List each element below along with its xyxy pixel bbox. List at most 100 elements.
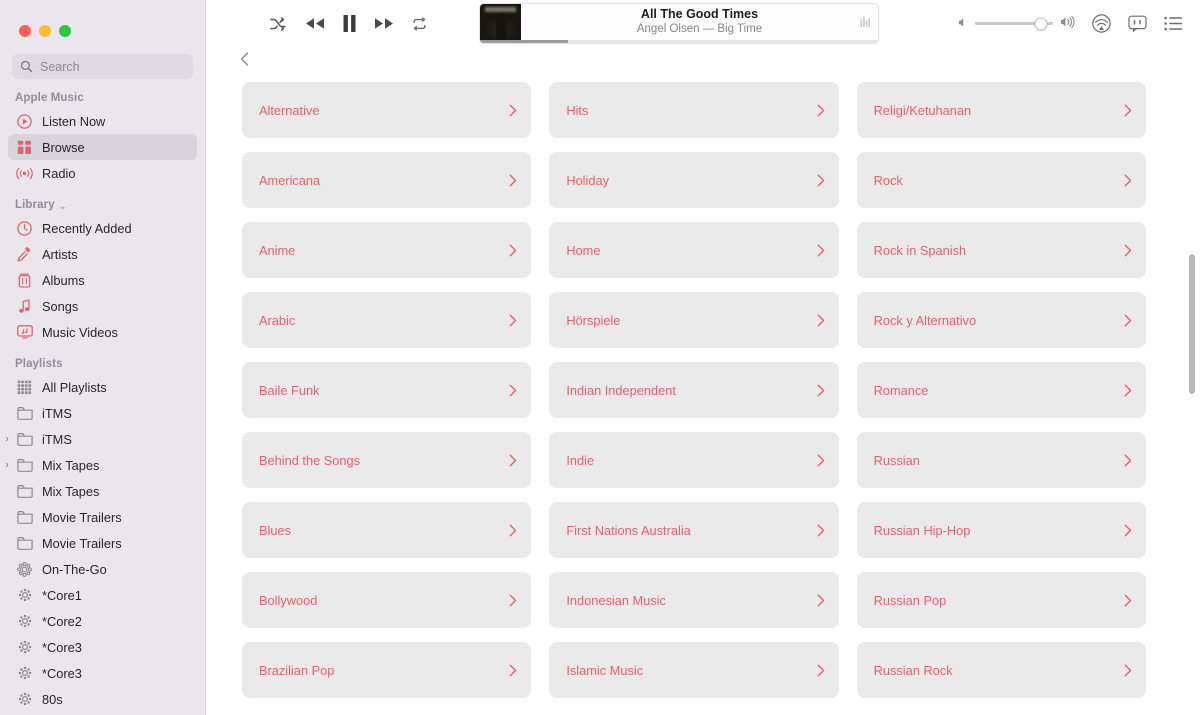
fast-forward-icon[interactable] <box>373 16 395 31</box>
genre-card[interactable]: Romance <box>856 362 1146 418</box>
now-playing-display[interactable]: All The Good Times Angel Olsen — Big Tim… <box>479 3 879 44</box>
chevron-right-icon <box>817 384 825 397</box>
content-scrollbar[interactable] <box>1188 47 1196 715</box>
scrollbar-thumb[interactable] <box>1189 254 1195 395</box>
sidebar-item-all-playlists[interactable]: All Playlists <box>8 374 197 400</box>
genre-card-label: Indian Independent <box>566 382 676 398</box>
sidebar-item-mix-tapes[interactable]: Mix Tapes <box>8 478 197 504</box>
genre-card[interactable]: Alternative <box>242 82 532 138</box>
sidebar-item-mix-tapes[interactable]: › Mix Tapes <box>5 452 197 478</box>
chevron-right-icon <box>817 594 825 607</box>
sidebar-item-radio[interactable]: Radio <box>8 160 197 186</box>
sidebar-item-browse[interactable]: Browse <box>8 134 197 160</box>
sidebar-item-label: iTMS <box>42 405 72 421</box>
album-artwork <box>480 4 521 43</box>
sidebar-item-movie-trailers[interactable]: Movie Trailers <box>8 530 197 556</box>
smart-playlist-icon <box>16 639 33 656</box>
sidebar-item-label: Mix Tapes <box>42 457 100 473</box>
genre-card[interactable]: Anime <box>242 222 532 278</box>
genre-card[interactable]: Hits <box>549 82 839 138</box>
genre-card[interactable]: Russian Pop <box>856 572 1146 628</box>
disclosure-triangle-icon[interactable]: › <box>2 460 12 471</box>
genre-card[interactable]: Russian <box>856 432 1146 488</box>
genre-card[interactable]: Rock y Alternativo <box>856 292 1146 348</box>
sidebar-item-recently-added[interactable]: Recently Added <box>8 215 197 241</box>
sidebar-item-core3[interactable]: *Core3 <box>8 660 197 686</box>
main-area: All The Good Times Angel Olsen — Big Tim… <box>206 0 1200 715</box>
volume-control[interactable] <box>958 15 1075 33</box>
volume-min-icon <box>958 15 968 33</box>
sidebar-item-core2[interactable]: *Core2 <box>8 608 197 634</box>
shuffle-icon[interactable] <box>270 16 288 31</box>
sidebar-item-label: Movie Trailers <box>42 509 122 525</box>
queue-icon[interactable] <box>1164 16 1183 31</box>
genre-card-label: Holiday <box>566 172 610 188</box>
volume-max-icon <box>1060 15 1075 33</box>
chevron-right-icon <box>1124 314 1132 327</box>
sidebar-item-core3[interactable]: *Core3 <box>8 634 197 660</box>
window-traffic-lights <box>0 0 205 44</box>
genre-card[interactable]: Indian Independent <box>549 362 839 418</box>
airplay-icon[interactable] <box>1092 14 1111 33</box>
genre-card[interactable]: Rock in Spanish <box>856 222 1146 278</box>
genre-card[interactable]: Russian Hip-Hop <box>856 502 1146 558</box>
sidebar-item-80s[interactable]: 80s <box>8 686 197 712</box>
rewind-icon[interactable] <box>304 16 326 31</box>
sidebar-item-core1[interactable]: *Core1 <box>8 582 197 608</box>
sidebar-item-artists[interactable]: Artists <box>8 241 197 267</box>
genre-card[interactable]: Bollywood <box>242 572 532 628</box>
genre-card[interactable]: Religi/Ketuhanan <box>856 82 1146 138</box>
genre-card-label: Anime <box>259 242 296 258</box>
genre-card[interactable]: Arabic <box>242 292 532 348</box>
search-box[interactable] <box>12 54 193 79</box>
sidebar-item-listen-now[interactable]: Listen Now <box>8 108 197 134</box>
lyrics-icon[interactable] <box>1128 15 1147 32</box>
playback-progress-bar[interactable] <box>480 40 878 43</box>
sidebar-item-on-the-go[interactable]: On-The-Go <box>8 556 197 582</box>
genre-card[interactable]: Holiday <box>549 152 839 208</box>
search-icon <box>20 60 33 73</box>
genre-card[interactable]: Indie <box>549 432 839 488</box>
genre-card[interactable]: Americana <box>242 152 532 208</box>
smart-playlist-icon <box>16 665 33 682</box>
sidebar-item-songs[interactable]: Songs <box>8 293 197 319</box>
genre-card[interactable]: Baile Funk <box>242 362 532 418</box>
genre-card[interactable]: Rock <box>856 152 1146 208</box>
sidebar-section-header-library[interactable]: Library ⌄ <box>0 186 205 215</box>
equalizer-icon[interactable] <box>860 15 871 33</box>
volume-slider-knob[interactable] <box>1034 17 1048 30</box>
genre-card[interactable]: Brazilian Pop <box>242 642 532 698</box>
sidebar-item-music-videos[interactable]: Music Videos <box>8 319 197 345</box>
genre-card-label: Religi/Ketuhanan <box>873 102 972 118</box>
genre-card[interactable]: Russian Rock <box>856 642 1146 698</box>
minimize-window-button[interactable] <box>39 24 51 37</box>
genre-card[interactable]: Behind the Songs <box>242 432 532 488</box>
close-window-button[interactable] <box>19 24 31 37</box>
genre-card-label: Russian Rock <box>873 662 953 678</box>
sidebar-item-itms[interactable]: › iTMS <box>5 426 197 452</box>
disclosure-triangle-icon[interactable]: › <box>2 434 12 445</box>
chevron-right-icon <box>817 454 825 467</box>
volume-slider-track[interactable] <box>975 17 1053 30</box>
chevron-right-icon <box>509 384 517 397</box>
chevron-down-icon[interactable]: ⌄ <box>59 201 67 212</box>
chevron-right-icon <box>817 244 825 257</box>
genre-card[interactable]: Islamic Music <box>549 642 839 698</box>
genre-card[interactable]: Hörspiele <box>549 292 839 348</box>
genre-card[interactable]: Indonesian Music <box>549 572 839 628</box>
zoom-window-button[interactable] <box>59 24 71 37</box>
sidebar-item-label: 80s <box>42 691 63 707</box>
search-input[interactable] <box>40 59 185 74</box>
back-chevron-icon[interactable] <box>236 51 252 67</box>
genre-card[interactable]: First Nations Australia <box>549 502 839 558</box>
genre-card[interactable]: Home <box>549 222 839 278</box>
pause-icon[interactable] <box>342 14 357 33</box>
sidebar-item-albums[interactable]: Albums <box>8 267 197 293</box>
genre-card[interactable]: Blues <box>242 502 532 558</box>
toolbar-right-controls <box>958 14 1200 33</box>
sidebar-item-movie-trailers[interactable]: Movie Trailers <box>8 504 197 530</box>
sidebar-item-label: Artists <box>42 246 78 262</box>
sidebar-item-itms[interactable]: iTMS <box>8 400 197 426</box>
repeat-icon[interactable] <box>411 16 428 31</box>
sidebar-item-label: Browse <box>42 139 85 155</box>
